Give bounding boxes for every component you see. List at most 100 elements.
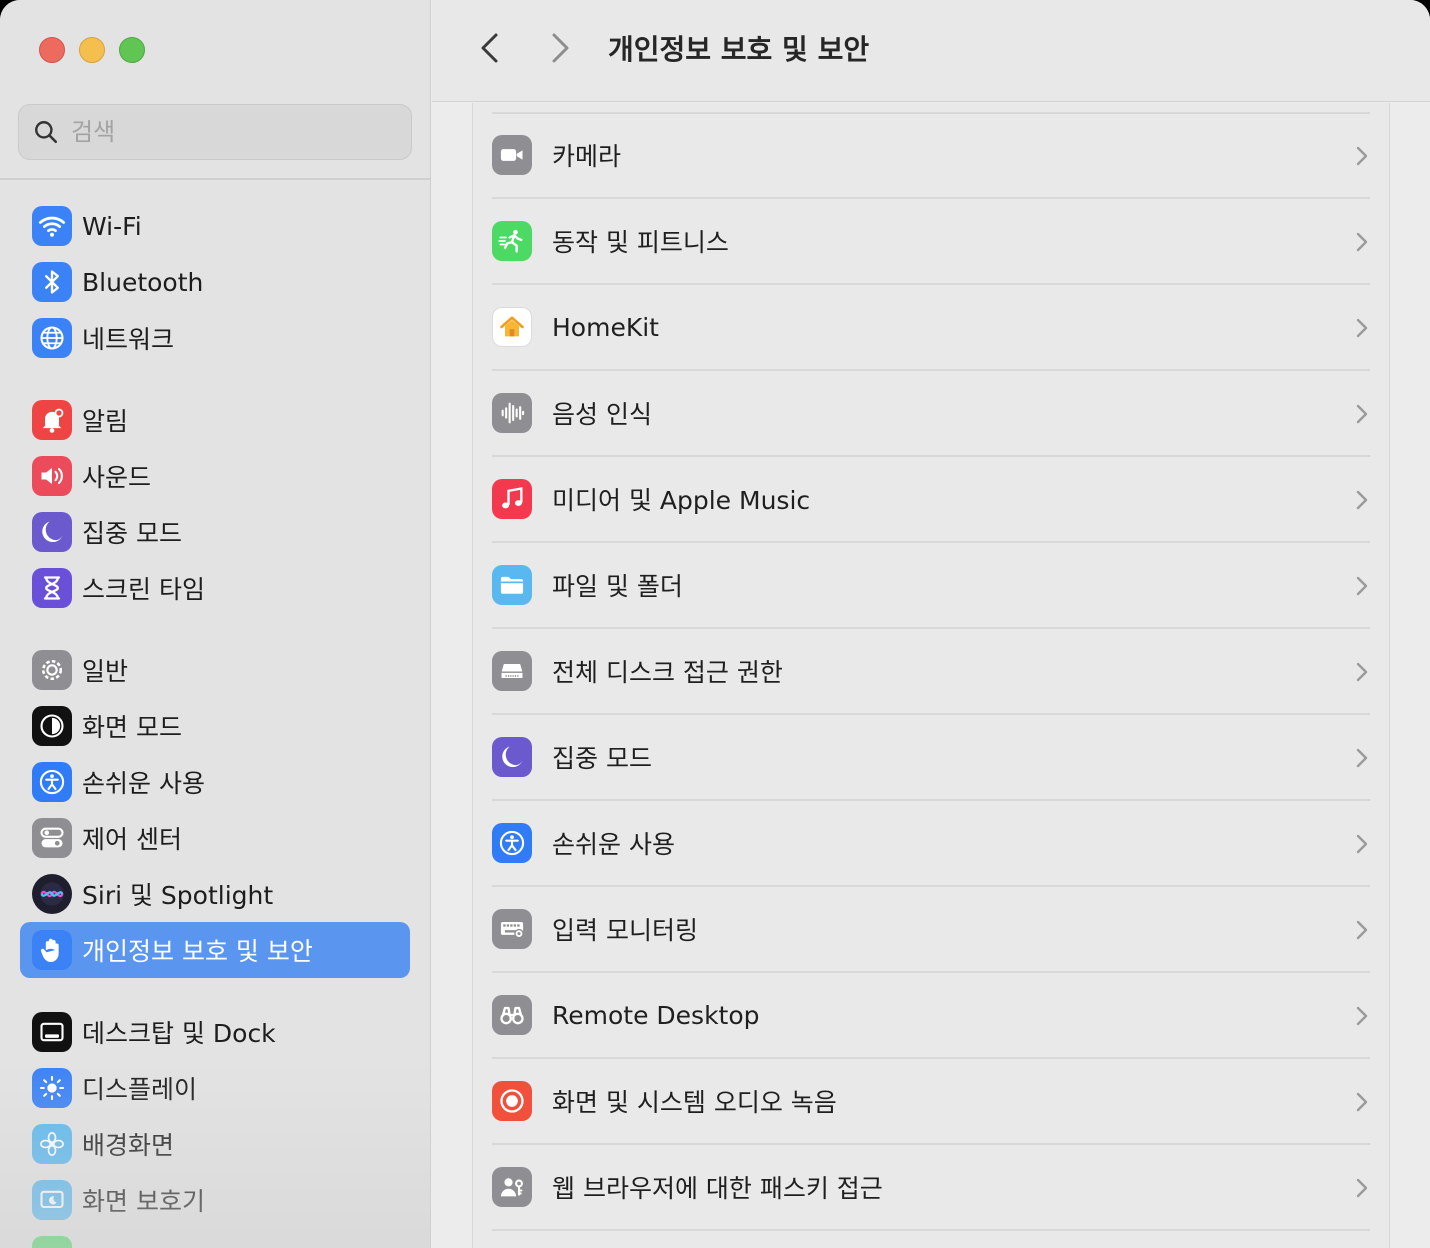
row-label: 전체 디스크 접근 권한 [552, 658, 783, 687]
row-label: 음성 인식 [552, 400, 652, 429]
sidebar-item-displays[interactable]: 디스플레이 [20, 1060, 410, 1116]
speaker-icon [32, 456, 72, 496]
disk-icon [492, 651, 532, 691]
row-label: 손쉬운 사용 [552, 830, 675, 859]
row-label: 미디어 및 Apple Music [552, 486, 811, 515]
maximize-window-button[interactable] [119, 37, 145, 63]
row-input-monitoring[interactable]: 입력 모니터링 [492, 887, 1370, 973]
sidebar-item-label: 배경화면 [82, 1131, 175, 1160]
chevron-right-icon [1356, 404, 1368, 424]
sidebar-item-privacy-security[interactable]: 개인정보 보호 및 보안 [20, 922, 410, 978]
sidebar-item-bluetooth[interactable]: Bluetooth [20, 254, 410, 310]
sidebar-item-sound[interactable]: 사운드 [20, 448, 410, 504]
row-focus[interactable]: 집중 모드 [492, 715, 1370, 801]
back-button[interactable] [470, 28, 510, 68]
chevron-right-icon [552, 33, 569, 63]
minimize-window-button[interactable] [79, 37, 105, 63]
battery-icon [32, 1236, 72, 1248]
sidebar-item-general[interactable]: 일반 [20, 642, 410, 698]
chevron-right-icon [1356, 748, 1368, 768]
sidebar-item-label: 스크린 타임 [82, 575, 205, 604]
toolbar: 개인정보 보호 및 보안 [432, 0, 1430, 102]
sidebar: Wi-Fi Bluetooth 네트워크 알림 [0, 0, 431, 1248]
sidebar-item-wifi[interactable]: Wi-Fi [20, 198, 410, 254]
row-label: 동작 및 피트니스 [552, 228, 729, 257]
screensaver-icon [32, 1180, 72, 1220]
search-field[interactable] [18, 104, 412, 160]
row-camera[interactable]: 카메라 [492, 113, 1370, 199]
chevron-right-icon [1356, 490, 1368, 510]
globe-icon [32, 318, 72, 358]
camera-icon [492, 135, 532, 175]
sidebar-item-screen-time[interactable]: 스크린 타임 [20, 560, 410, 616]
row-speech-recognition[interactable]: 음성 인식 [492, 371, 1370, 457]
binoculars-icon [492, 995, 532, 1035]
row-media-apple-music[interactable]: 미디어 및 Apple Music [492, 457, 1370, 543]
sidebar-list: Wi-Fi Bluetooth 네트워크 알림 사운드 집중 모드 스크린 타임… [20, 198, 410, 1248]
accessibility-icon [32, 762, 72, 802]
row-label: Remote Desktop [552, 1000, 760, 1030]
sidebar-item-label: 디스플레이 [82, 1075, 198, 1104]
siri-icon [32, 874, 72, 914]
accessibility-icon [492, 823, 532, 863]
record-icon [492, 1081, 532, 1121]
sidebar-item-focus[interactable]: 집중 모드 [20, 504, 410, 560]
chevron-right-icon [1356, 232, 1368, 252]
sidebar-item-label: 개인정보 보호 및 보안 [82, 937, 313, 966]
sidebar-item-label: 일반 [82, 657, 129, 686]
row-passkey-browser-access[interactable]: 웹 브라우저에 대한 패스키 접근 [492, 1145, 1370, 1231]
page-title: 개인정보 보호 및 보안 [608, 33, 870, 66]
chevron-right-icon [1356, 1178, 1368, 1198]
person-key-icon [492, 1167, 532, 1207]
bell-icon [32, 400, 72, 440]
sidebar-divider [0, 178, 431, 180]
row-files-folders[interactable]: 파일 및 폴더 [492, 543, 1370, 629]
sidebar-item-partial[interactable] [20, 1228, 410, 1248]
music-note-icon [492, 479, 532, 519]
chevron-left-icon [481, 33, 498, 63]
sidebar-item-control-center[interactable]: 제어 센터 [20, 810, 410, 866]
appearance-icon [32, 706, 72, 746]
sidebar-item-appearance[interactable]: 화면 모드 [20, 698, 410, 754]
keyboard-icon [492, 909, 532, 949]
sidebar-item-notifications[interactable]: 알림 [20, 392, 410, 448]
search-input[interactable] [71, 118, 391, 146]
flower-icon [32, 1124, 72, 1164]
sidebar-item-label: 네트워크 [82, 325, 175, 354]
row-full-disk-access[interactable]: 전체 디스크 접근 권한 [492, 629, 1370, 715]
row-homekit[interactable]: HomeKit [492, 285, 1370, 371]
sidebar-item-wallpaper[interactable]: 배경화면 [20, 1116, 410, 1172]
chevron-right-icon [1356, 576, 1368, 596]
moon-icon [492, 737, 532, 777]
forward-button[interactable] [540, 28, 580, 68]
wifi-icon [32, 206, 72, 246]
row-label: 카메라 [552, 142, 622, 171]
row-motion-fitness[interactable]: 동작 및 피트니스 [492, 199, 1370, 285]
row-label: 집중 모드 [552, 744, 652, 773]
sidebar-item-label: 제어 센터 [82, 825, 182, 854]
sidebar-item-desktop-dock[interactable]: 데스크탑 및 Dock [20, 1004, 410, 1060]
sidebar-item-screensaver[interactable]: 화면 보호기 [20, 1172, 410, 1228]
sidebar-item-label: 사운드 [82, 463, 152, 492]
sidebar-item-label: 집중 모드 [82, 519, 182, 548]
row-remote-desktop[interactable]: Remote Desktop [492, 973, 1370, 1059]
sidebar-item-label: Siri 및 Spotlight [82, 881, 274, 910]
chevron-right-icon [1356, 1006, 1368, 1026]
sidebar-item-label: 손쉬운 사용 [82, 769, 205, 798]
sidebar-item-siri-spotlight[interactable]: Siri 및 Spotlight [20, 866, 410, 922]
sidebar-item-label: Wi-Fi [82, 211, 142, 241]
row-screen-audio-recording[interactable]: 화면 및 시스템 오디오 녹음 [492, 1059, 1370, 1145]
row-label: 입력 모니터링 [552, 916, 698, 945]
row-label: 화면 및 시스템 오디오 녹음 [552, 1088, 837, 1117]
sun-icon [32, 1068, 72, 1108]
hourglass-icon [32, 568, 72, 608]
row-accessibility[interactable]: 손쉬운 사용 [492, 801, 1370, 887]
close-window-button[interactable] [39, 37, 65, 63]
running-icon [492, 221, 532, 261]
sidebar-item-network[interactable]: 네트워크 [20, 310, 410, 366]
toggles-icon [32, 818, 72, 858]
chevron-right-icon [1356, 318, 1368, 338]
sidebar-item-accessibility[interactable]: 손쉬운 사용 [20, 754, 410, 810]
home-icon [492, 307, 532, 347]
bluetooth-icon [32, 262, 72, 302]
